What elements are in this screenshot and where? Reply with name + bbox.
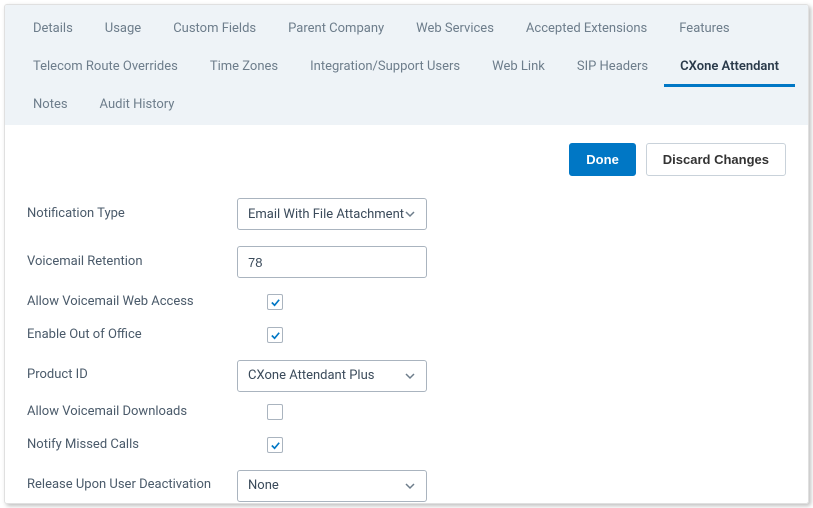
tab-time-zones[interactable]: Time Zones bbox=[194, 49, 294, 87]
tab-details[interactable]: Details bbox=[17, 11, 89, 49]
chevron-down-icon bbox=[404, 208, 416, 220]
select-product-id[interactable]: CXone Attendant Plus bbox=[237, 360, 427, 392]
tab-notes[interactable]: Notes bbox=[17, 87, 84, 125]
checkbox-notify-missed[interactable] bbox=[267, 437, 283, 453]
label-notification-type: Notification Type bbox=[27, 206, 237, 223]
tabs-bar: Details Usage Custom Fields Parent Compa… bbox=[5, 5, 808, 125]
tab-integration-support-users[interactable]: Integration/Support Users bbox=[294, 49, 476, 87]
input-voicemail-retention[interactable] bbox=[237, 246, 427, 278]
select-release-deactivation-value: None bbox=[248, 478, 279, 493]
label-product-id: Product ID bbox=[27, 367, 237, 384]
checkbox-enable-ooo[interactable] bbox=[267, 327, 283, 343]
chevron-down-icon bbox=[404, 370, 416, 382]
label-allow-web-access: Allow Voicemail Web Access bbox=[27, 294, 237, 311]
discard-changes-button[interactable]: Discard Changes bbox=[646, 143, 786, 176]
select-product-id-value: CXone Attendant Plus bbox=[248, 368, 374, 383]
check-icon bbox=[270, 440, 281, 451]
tab-usage[interactable]: Usage bbox=[89, 11, 157, 49]
check-icon bbox=[270, 297, 281, 308]
tab-custom-fields[interactable]: Custom Fields bbox=[157, 11, 272, 49]
select-notification-type[interactable]: Email With File Attachment bbox=[237, 198, 427, 230]
label-allow-downloads: Allow Voicemail Downloads bbox=[27, 404, 237, 421]
label-voicemail-retention: Voicemail Retention bbox=[27, 254, 237, 271]
tab-web-services[interactable]: Web Services bbox=[400, 11, 510, 49]
tab-sip-headers[interactable]: SIP Headers bbox=[561, 49, 664, 87]
check-icon bbox=[270, 330, 281, 341]
label-release-deactivation: Release Upon User Deactivation bbox=[27, 477, 237, 494]
chevron-down-icon bbox=[404, 480, 416, 492]
tab-telecom-route-overrides[interactable]: Telecom Route Overrides bbox=[17, 49, 194, 87]
tab-content: Done Discard Changes Notification Type E… bbox=[5, 125, 808, 504]
tab-accepted-extensions[interactable]: Accepted Extensions bbox=[510, 11, 663, 49]
tab-parent-company[interactable]: Parent Company bbox=[272, 11, 400, 49]
tab-audit-history[interactable]: Audit History bbox=[84, 87, 191, 125]
select-release-deactivation[interactable]: None bbox=[237, 470, 427, 502]
tab-features[interactable]: Features bbox=[663, 11, 745, 49]
tab-cxone-attendant[interactable]: CXone Attendant bbox=[664, 49, 795, 87]
action-row: Done Discard Changes bbox=[27, 143, 786, 176]
tab-web-link[interactable]: Web Link bbox=[476, 49, 561, 87]
label-enable-ooo: Enable Out of Office bbox=[27, 327, 237, 344]
select-notification-type-value: Email With File Attachment bbox=[248, 207, 404, 222]
done-button[interactable]: Done bbox=[569, 143, 636, 176]
label-notify-missed: Notify Missed Calls bbox=[27, 437, 237, 454]
checkbox-allow-downloads[interactable] bbox=[267, 404, 283, 420]
checkbox-allow-web-access[interactable] bbox=[267, 294, 283, 310]
